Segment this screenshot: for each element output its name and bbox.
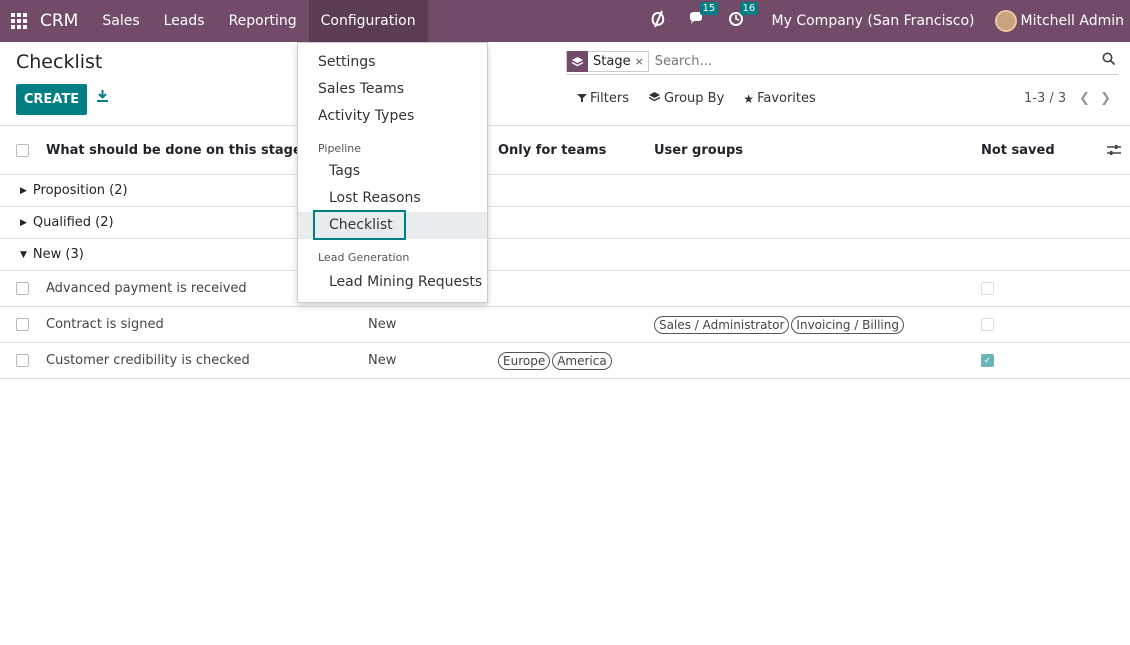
filters-label: Filters bbox=[590, 91, 629, 106]
activities-clock-icon[interactable]: 16 bbox=[728, 2, 759, 31]
favorites-toggle[interactable]: ★ Favorites bbox=[743, 91, 816, 106]
group-row-proposition[interactable]: ▶ Proposition (2) bbox=[0, 175, 1130, 207]
company-switcher[interactable]: My Company (San Francisco) bbox=[772, 13, 975, 29]
group-row-qualified[interactable]: ▶ Qualified (2) bbox=[0, 207, 1130, 239]
filter-icon bbox=[577, 92, 587, 106]
systray: 15 16 My Company (San Francisco) Mitchel… bbox=[650, 0, 1130, 42]
nav-sales[interactable]: Sales bbox=[90, 0, 151, 42]
favorites-label: Favorites bbox=[757, 91, 816, 106]
group-row-new[interactable]: ▼ New (3) bbox=[0, 239, 1130, 271]
not-saved-checkbox[interactable]: ✓ bbox=[981, 343, 994, 378]
row-stage[interactable]: New bbox=[368, 343, 396, 378]
optional-columns-icon[interactable] bbox=[1107, 126, 1121, 174]
filters-toggle[interactable]: Filters bbox=[577, 91, 629, 106]
top-navbar: CRM Sales Leads Reporting Configuration … bbox=[0, 0, 1130, 42]
team-tag: Europe bbox=[498, 351, 551, 370]
apps-menu-icon[interactable] bbox=[11, 13, 27, 29]
layers-icon bbox=[648, 91, 661, 106]
layers-icon bbox=[567, 51, 588, 72]
menu-item-settings[interactable]: Settings bbox=[318, 54, 375, 70]
configuration-dropdown: Settings Sales Teams Activity Types Pipe… bbox=[297, 42, 488, 303]
caret-right-icon: ▶ bbox=[20, 217, 27, 228]
row-select-checkbox[interactable] bbox=[16, 343, 29, 378]
row-user-groups[interactable]: Sales / Administrator Invoicing / Billin… bbox=[654, 307, 906, 342]
facet-label: Stage bbox=[593, 54, 631, 69]
search-facet-stage: Stage × bbox=[566, 51, 649, 72]
user-menu[interactable]: Mitchell Admin bbox=[1021, 13, 1125, 29]
not-saved-checkbox[interactable] bbox=[981, 307, 994, 342]
page-title: Checklist bbox=[16, 51, 103, 73]
menu-item-lead-mining-requests[interactable]: Lead Mining Requests bbox=[329, 274, 482, 290]
chevron-left-icon[interactable]: ❮ bbox=[1079, 91, 1090, 106]
not-saved-checkbox[interactable] bbox=[981, 271, 994, 306]
chevron-right-icon[interactable]: ❯ bbox=[1100, 91, 1111, 106]
checkmark-icon: ✓ bbox=[981, 354, 994, 367]
menu-section-lead-generation: Lead Generation bbox=[318, 251, 410, 264]
pager-value[interactable]: 1-3 / 3 bbox=[1024, 91, 1066, 106]
table-row[interactable]: Contract is signed New Sales / Administr… bbox=[0, 307, 1130, 343]
messages-count-badge: 15 bbox=[699, 2, 719, 15]
select-all-checkbox[interactable] bbox=[16, 126, 29, 174]
row-teams[interactable]: Europe America bbox=[498, 343, 614, 378]
user-group-tag: Invoicing / Billing bbox=[791, 315, 904, 334]
nav-reporting[interactable]: Reporting bbox=[217, 0, 309, 42]
menu-item-activity-types[interactable]: Activity Types bbox=[318, 108, 414, 124]
checklist-table: What should be done on this stage Only f… bbox=[0, 125, 1130, 379]
groupby-label: Group By bbox=[663, 91, 725, 106]
menu-item-tags[interactable]: Tags bbox=[329, 163, 360, 179]
table-row[interactable]: Advanced payment is received bbox=[0, 271, 1130, 307]
table-header: What should be done on this stage Only f… bbox=[0, 125, 1130, 175]
search-input[interactable] bbox=[654, 54, 1075, 69]
menu-item-sales-teams[interactable]: Sales Teams bbox=[318, 81, 404, 97]
group-label: Proposition (2) bbox=[32, 183, 128, 198]
groupby-toggle[interactable]: Group By bbox=[648, 91, 724, 106]
table-row[interactable]: Customer credibility is checked New Euro… bbox=[0, 343, 1130, 379]
activities-count-badge: 16 bbox=[739, 2, 759, 15]
header-groups[interactable]: User groups bbox=[654, 126, 743, 174]
nav-configuration[interactable]: Configuration bbox=[308, 0, 428, 42]
download-icon[interactable] bbox=[96, 89, 109, 107]
row-select-checkbox[interactable] bbox=[16, 271, 29, 306]
search-icon[interactable] bbox=[1102, 52, 1116, 70]
header-not-saved[interactable]: Not saved bbox=[981, 126, 1055, 174]
group-label: New (3) bbox=[32, 247, 84, 262]
group-label: Qualified (2) bbox=[32, 215, 114, 230]
caret-right-icon: ▶ bbox=[20, 185, 27, 196]
menu-section-pipeline: Pipeline bbox=[318, 142, 362, 155]
menu-item-checklist[interactable]: Checklist bbox=[329, 217, 393, 233]
row-name[interactable]: Advanced payment is received bbox=[46, 271, 247, 306]
facet-remove-icon[interactable]: × bbox=[635, 55, 648, 68]
app-brand[interactable]: CRM bbox=[40, 11, 78, 31]
team-tag: America bbox=[552, 351, 612, 370]
row-stage[interactable]: New bbox=[368, 307, 396, 342]
user-group-tag: Sales / Administrator bbox=[654, 315, 790, 334]
pager: 1-3 / 3 ❮ ❯ bbox=[1024, 91, 1111, 106]
menu-item-lost-reasons[interactable]: Lost Reasons bbox=[329, 190, 421, 206]
nav-leads[interactable]: Leads bbox=[152, 0, 217, 42]
search-bar: Stage × bbox=[566, 49, 1118, 75]
row-select-checkbox[interactable] bbox=[16, 307, 29, 342]
user-avatar[interactable] bbox=[994, 10, 1017, 32]
row-name[interactable]: Customer credibility is checked bbox=[46, 343, 250, 378]
row-name[interactable]: Contract is signed bbox=[46, 307, 164, 342]
caret-down-icon: ▼ bbox=[20, 249, 27, 260]
header-name[interactable]: What should be done on this stage bbox=[46, 126, 302, 174]
odoo-logo-icon[interactable] bbox=[650, 10, 666, 32]
star-icon: ★ bbox=[743, 91, 755, 106]
search-panel-toggles: Filters Group By ★ Favorites bbox=[577, 91, 835, 106]
create-button[interactable]: CREATE bbox=[16, 84, 87, 115]
messages-icon[interactable]: 15 bbox=[688, 2, 719, 31]
header-teams[interactable]: Only for teams bbox=[498, 126, 606, 174]
